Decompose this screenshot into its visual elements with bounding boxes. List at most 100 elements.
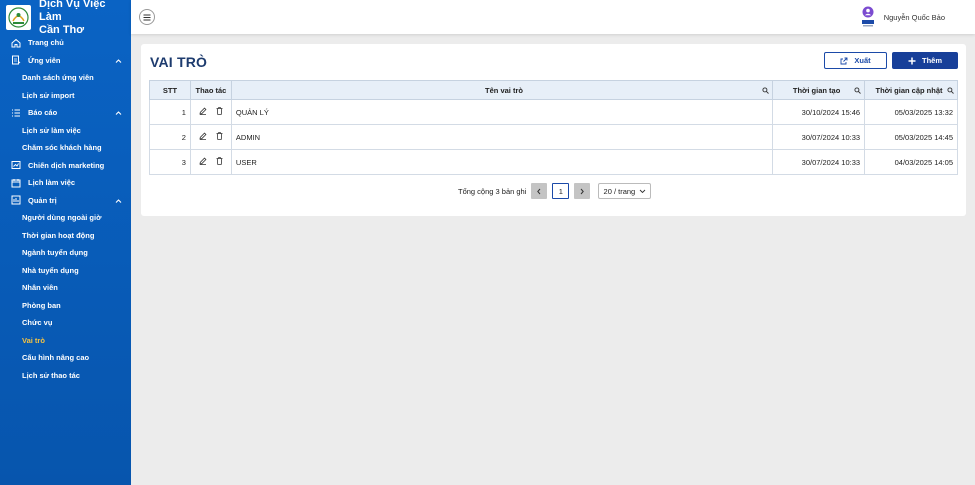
cell-actions	[189, 99, 232, 125]
sidebar-item-label: Thời gian hoạt động	[22, 230, 95, 240]
cell-stt: 1	[149, 99, 191, 125]
table-row: 2 ADMIN 30/07/2024 10:33 05/03/2025 14:4…	[149, 124, 958, 150]
search-icon[interactable]	[947, 87, 954, 94]
sidebar-item-label: Trang chủ	[28, 38, 64, 48]
page-number-button[interactable]: 1	[552, 183, 570, 199]
cell-stt: 3	[149, 149, 191, 175]
sidebar-item-advanced-config[interactable]: Cấu hình nâng cao	[0, 349, 131, 367]
sidebar-nav: Trang chủ Ứng viên Danh sách ứng viên Lị…	[0, 34, 131, 384]
table-row: 1 QUẢN LÝ 30/10/2024 15:46 05/03/2025 13…	[149, 99, 958, 125]
table-header-row: STT Thao tác Tên vai trò Thời gian tạo T…	[149, 80, 958, 100]
sidebar-item-label: Phòng ban	[22, 300, 61, 310]
sidebar-item-departments[interactable]: Phòng ban	[0, 297, 131, 315]
sidebar-item-afterhours-users[interactable]: Người dùng ngoài giờ	[0, 209, 131, 227]
list-icon	[10, 107, 21, 118]
user-avatar-icon	[861, 6, 875, 28]
page-size-select[interactable]: 20 / trang	[598, 183, 652, 199]
brand[interactable]: Dịch Vụ Việc Làm Cần Thơ	[0, 0, 131, 36]
sidebar-item-candidate-list[interactable]: Danh sách ứng viên	[0, 69, 131, 87]
plus-icon	[908, 57, 916, 65]
sidebar-item-action-history[interactable]: Lịch sử thao tác	[0, 367, 131, 385]
sidebar-item-marketing[interactable]: Chiến dịch marketing	[0, 157, 131, 175]
top-header: Nguyễn Quốc Bảo	[131, 0, 975, 34]
external-link-icon	[840, 57, 848, 65]
edit-icon[interactable]	[199, 157, 207, 167]
sidebar-item-schedule[interactable]: Lịch làm việc	[0, 174, 131, 192]
sidebar-item-employers[interactable]: Nhà tuyển dụng	[0, 262, 131, 280]
sidebar-item-label: Nhân viên	[22, 283, 58, 293]
column-header-updated[interactable]: Thời gian cập nhật	[864, 80, 958, 100]
sidebar-item-reports[interactable]: Báo cáo	[0, 104, 131, 122]
column-header-label: Thời gian cập nhật	[875, 85, 943, 95]
delete-icon[interactable]	[216, 107, 223, 117]
column-header-created[interactable]: Thời gian tạo	[772, 80, 866, 100]
column-header-actions: Thao tác	[189, 80, 232, 100]
roles-card: VAI TRÒ Xuất Thêm STT Thao tác Tên vai t…	[141, 44, 966, 216]
search-icon[interactable]	[854, 87, 861, 94]
sidebar-item-label: Danh sách ứng viên	[22, 73, 94, 83]
sidebar-item-admin[interactable]: Quản trị	[0, 192, 131, 210]
chevron-left-icon	[537, 188, 541, 194]
sidebar-item-staff[interactable]: Nhân viên	[0, 279, 131, 297]
chevron-down-icon	[639, 187, 646, 196]
export-label: Xuất	[854, 56, 871, 65]
pagination-total: Tổng cộng 3 bản ghi	[458, 186, 527, 196]
user-menu[interactable]: Nguyễn Quốc Bảo	[861, 6, 945, 28]
cell-actions	[189, 124, 232, 150]
sidebar-item-label: Nhà tuyển dụng	[22, 265, 79, 275]
calendar-icon	[10, 177, 21, 188]
roles-table: STT Thao tác Tên vai trò Thời gian tạo T…	[149, 80, 958, 175]
cell-updated: 05/03/2025 13:32	[864, 99, 958, 125]
user-name: Nguyễn Quốc Bảo	[883, 12, 945, 22]
sidebar-item-label: Cấu hình nâng cao	[22, 353, 90, 363]
sidebar-item-label: Chức vụ	[22, 318, 53, 328]
menu-toggle-button[interactable]	[139, 9, 155, 25]
sidebar-item-import-history[interactable]: Lịch sử import	[0, 87, 131, 105]
cell-created: 30/07/2024 10:33	[772, 149, 866, 175]
column-header-label: Tên vai trò	[485, 85, 523, 95]
hamburger-icon	[143, 14, 151, 20]
campaign-icon	[10, 160, 21, 171]
sidebar-item-label: Báo cáo	[28, 108, 58, 118]
admin-icon	[10, 195, 21, 206]
cell-created: 30/07/2024 10:33	[772, 124, 866, 150]
sidebar-item-label: Vai trò	[22, 335, 45, 345]
sidebar-item-label: Người dùng ngoài giờ	[22, 213, 102, 223]
cell-name: ADMIN	[230, 124, 774, 150]
chevron-right-icon	[581, 188, 585, 194]
column-header-name[interactable]: Tên vai trò	[230, 80, 774, 100]
next-page-button[interactable]	[574, 183, 591, 199]
brand-name: Dịch Vụ Việc Làm Cần Thơ	[39, 0, 106, 36]
cell-created: 30/10/2024 15:46	[772, 99, 866, 125]
sidebar-item-label: Lịch làm việc	[28, 178, 76, 188]
sidebar-item-positions[interactable]: Chức vụ	[0, 314, 131, 332]
sidebar-item-candidates[interactable]: Ứng viên	[0, 52, 131, 70]
chevron-up-icon	[115, 197, 122, 206]
sidebar-item-roles[interactable]: Vai trò	[0, 332, 131, 350]
sidebar-item-home[interactable]: Trang chủ	[0, 34, 131, 52]
add-role-button[interactable]: Thêm	[892, 52, 958, 69]
cell-name: USER	[230, 149, 774, 175]
edit-icon[interactable]	[199, 132, 207, 142]
sidebar-item-operating-hours[interactable]: Thời gian hoạt động	[0, 227, 131, 245]
export-button[interactable]: Xuất	[824, 52, 887, 69]
column-header-label: Thời gian tạo	[792, 85, 841, 95]
prev-page-button[interactable]	[531, 183, 548, 199]
add-label: Thêm	[921, 56, 942, 65]
edit-icon[interactable]	[199, 107, 207, 117]
search-icon[interactable]	[762, 87, 769, 94]
cell-name: QUẢN LÝ	[230, 99, 774, 125]
sidebar-item-label: Lịch sử import	[22, 90, 75, 100]
sidebar-item-label: Lịch sử làm việc	[22, 125, 81, 135]
delete-icon[interactable]	[216, 132, 223, 142]
sidebar-item-customer-care[interactable]: Chăm sóc khách hàng	[0, 139, 131, 157]
delete-icon[interactable]	[216, 157, 223, 167]
cell-stt: 2	[149, 124, 191, 150]
logo	[6, 4, 31, 30]
sidebar-item-work-history[interactable]: Lịch sử làm việc	[0, 122, 131, 140]
column-header-stt: STT	[149, 80, 191, 100]
cell-actions	[189, 149, 232, 175]
sidebar-item-label: Ứng viên	[28, 55, 61, 65]
table-row: 3 USER 30/07/2024 10:33 04/03/2025 14:05	[149, 149, 958, 175]
sidebar-item-industries[interactable]: Ngành tuyển dụng	[0, 244, 131, 262]
